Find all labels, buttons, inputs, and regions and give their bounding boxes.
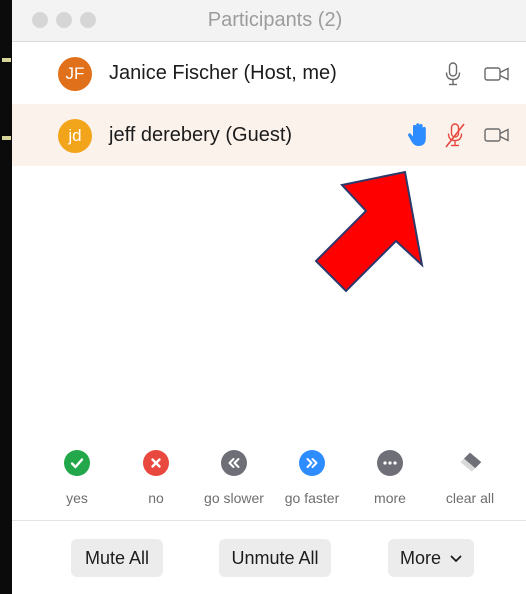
reaction-yes[interactable]: yes xyxy=(52,450,102,506)
avatar: jd xyxy=(58,119,92,153)
reaction-label: yes xyxy=(66,490,88,506)
check-icon xyxy=(64,450,90,476)
video-camera-icon[interactable] xyxy=(484,66,510,82)
reaction-clear-all[interactable]: clear all xyxy=(434,450,506,506)
x-icon xyxy=(143,450,169,476)
avatar: JF xyxy=(58,57,92,91)
video-camera-icon[interactable] xyxy=(484,127,510,143)
reaction-more[interactable]: more xyxy=(365,450,415,506)
reaction-no[interactable]: no xyxy=(131,450,181,506)
unmute-all-button[interactable]: Unmute All xyxy=(219,539,331,577)
reaction-label: go faster xyxy=(284,490,340,506)
edge-mark xyxy=(2,58,11,62)
participant-name: Janice Fischer (Host, me) xyxy=(109,62,337,84)
chevron-down-icon xyxy=(450,555,462,563)
fast-forward-icon xyxy=(299,450,325,476)
window-title: Participants (2) xyxy=(207,9,343,31)
title-bar: Participants (2) xyxy=(12,0,526,42)
background-window-edge xyxy=(0,0,12,594)
microphone-icon[interactable] xyxy=(444,62,462,86)
participant-name: jeff derebery (Guest) xyxy=(109,124,293,146)
annotation-arrow xyxy=(314,170,424,293)
reaction-label: no xyxy=(148,490,164,506)
more-button-label: More xyxy=(399,548,441,568)
raised-hand-icon[interactable] xyxy=(406,122,430,148)
footer-divider xyxy=(12,520,526,521)
rewind-icon xyxy=(221,450,247,476)
reaction-label: go slower xyxy=(204,490,264,506)
participants-window: Participants (2) JF Janice Fischer (Host… xyxy=(12,0,526,594)
reaction-go-slower[interactable]: go slower xyxy=(198,450,270,506)
participant-row-guest[interactable]: jd jeff derebery (Guest) xyxy=(12,104,526,166)
reaction-label: clear all xyxy=(445,490,495,506)
mute-all-button[interactable]: Mute All xyxy=(71,539,163,577)
reaction-label: more xyxy=(374,490,406,506)
participant-row-host[interactable]: JF Janice Fischer (Host, me) xyxy=(12,42,526,104)
edge-mark xyxy=(2,136,11,140)
microphone-muted-icon[interactable] xyxy=(444,123,466,149)
nonverbal-feedback-bar: yes no go slower go faster more clear al… xyxy=(12,450,526,520)
more-button[interactable]: More xyxy=(388,539,474,577)
eraser-icon xyxy=(457,450,483,476)
reaction-go-faster[interactable]: go faster xyxy=(276,450,348,506)
ellipsis-icon xyxy=(377,450,403,476)
